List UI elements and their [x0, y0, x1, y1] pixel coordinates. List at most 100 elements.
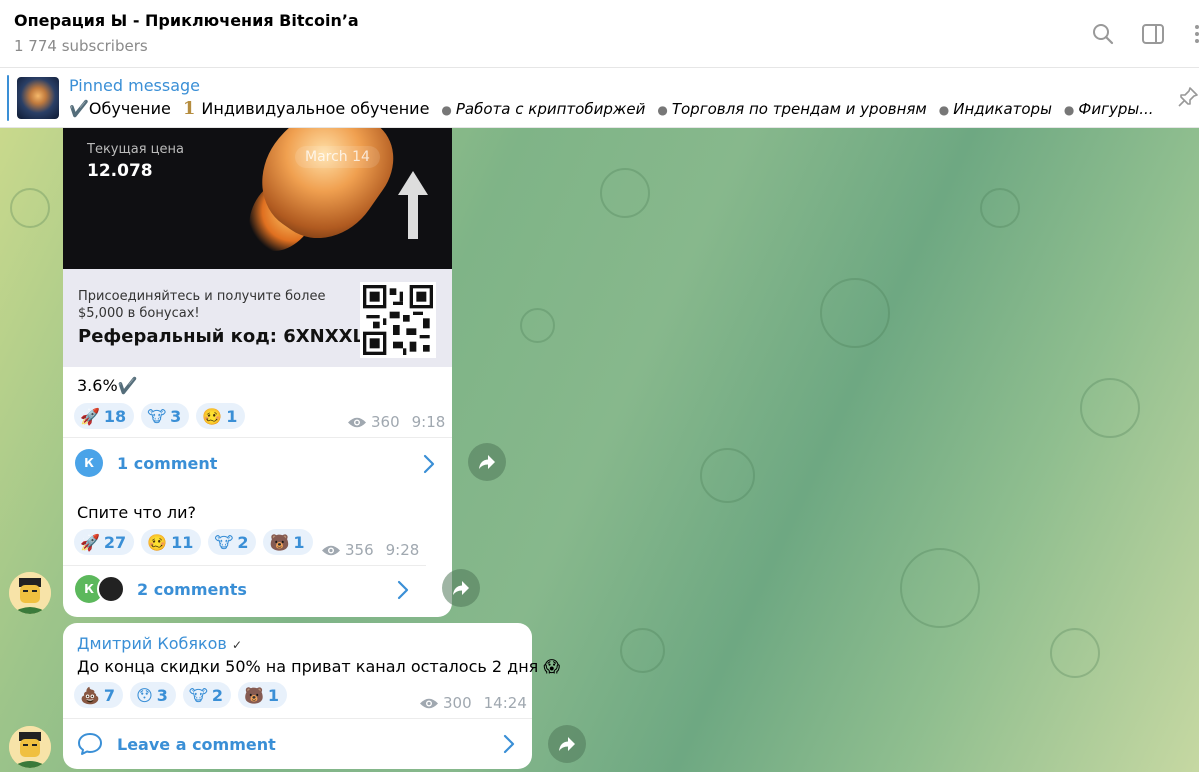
- reactions: 🚀 18 🐮 3 🥴 1: [74, 403, 246, 429]
- avatar-face-icon: [9, 572, 51, 614]
- doodle: [820, 278, 890, 348]
- message-text: 3.6%✔️: [77, 376, 138, 395]
- poop-icon: 💩: [80, 685, 100, 705]
- referral-code: Реферальный код: 6XNXXL: [78, 326, 364, 347]
- pinned-item: Фигуры...: [1078, 100, 1154, 118]
- woozy-face-icon: 🥴: [202, 406, 223, 426]
- reaction-count: 2: [211, 685, 223, 705]
- reaction-button[interactable]: 😯 3: [130, 682, 176, 708]
- more-icon[interactable]: [1188, 22, 1199, 46]
- message-time: 14:24: [483, 694, 527, 712]
- rocket-icon: 🚀: [80, 532, 100, 552]
- chat-area[interactable]: Текущая цена 12.078 March 14 Присоединяй…: [0, 128, 1199, 772]
- pinned-message-bar[interactable]: Pinned message ✔️Обучение 1 Индивидуальное…: [0, 69, 1199, 128]
- message-time: 9:28: [385, 541, 420, 559]
- share-arrow-icon: [479, 455, 495, 469]
- reaction-button[interactable]: 🐻 1: [263, 529, 313, 555]
- channel-title[interactable]: Операция Ы - Приключения Bitcoin’a: [14, 11, 359, 30]
- referral-panel: Присоединяйтесь и получите более $5,000 …: [63, 269, 452, 367]
- doodle: [700, 448, 755, 503]
- doodle: [1050, 628, 1100, 678]
- chevron-right-icon[interactable]: [503, 734, 515, 754]
- avatar-face-icon: [9, 726, 51, 768]
- bullet-icon: ●: [441, 103, 452, 117]
- comments-label: 1 comment: [117, 453, 218, 473]
- channel-avatar[interactable]: [9, 572, 51, 614]
- pinned-item: Торговля по трендам и уровням: [671, 100, 927, 118]
- pinned-text: ✔️Обучение 1 Индивидуальное обучение ● Работ…: [69, 98, 1154, 119]
- doodle: [1080, 378, 1140, 438]
- views-eye-icon: [348, 417, 366, 427]
- reaction-button[interactable]: 🥴 1: [196, 403, 246, 429]
- comments-label: 2 comments: [137, 579, 247, 599]
- reaction-count: 27: [103, 532, 127, 552]
- sidebar-toggle-icon[interactable]: [1141, 22, 1165, 46]
- bull-icon: 🐮: [214, 532, 234, 552]
- reaction-count: 1: [226, 406, 238, 426]
- chevron-right-icon[interactable]: [397, 580, 409, 600]
- reaction-count: 11: [171, 532, 194, 552]
- commenter-avatar-2: [97, 575, 125, 603]
- bullet-icon: ●: [938, 103, 950, 117]
- reaction-count: 3: [156, 685, 168, 705]
- bull-icon: 🐮: [147, 406, 167, 426]
- doodle: [10, 188, 50, 228]
- pinned-number: 1: [182, 98, 196, 119]
- doodle: [980, 188, 1020, 228]
- comments-label: Leave a comment: [117, 734, 276, 754]
- sender-name[interactable]: Дмитрий Кобяков ✓: [77, 634, 242, 653]
- chevron-right-icon[interactable]: [423, 454, 435, 474]
- reaction-button[interactable]: 🚀 27: [74, 529, 135, 555]
- share-button[interactable]: [548, 725, 586, 763]
- search-icon[interactable]: [1091, 22, 1115, 46]
- doodle: [900, 548, 980, 628]
- reaction-button[interactable]: 🐮 2: [208, 529, 257, 555]
- date-chip: March 14: [295, 146, 380, 168]
- pinned-item: Индикаторы: [953, 100, 1052, 118]
- reaction-count: 1: [293, 532, 305, 552]
- referral-join-text: Присоединяйтесь и получите более $5,000 …: [78, 289, 326, 321]
- view-count: 300: [443, 694, 472, 712]
- reaction-button[interactable]: 🐻 1: [237, 682, 288, 708]
- channel-avatar[interactable]: [9, 726, 51, 768]
- surprised-face-icon: 😯: [136, 685, 153, 705]
- pin-icon[interactable]: [1177, 86, 1199, 108]
- reaction-button[interactable]: 🐮 2: [182, 682, 231, 708]
- post-image[interactable]: Текущая цена 12.078 March 14: [63, 128, 452, 269]
- woozy-face-icon: 🥴: [147, 532, 168, 552]
- sender-name-text: Дмитрий Кобяков: [77, 634, 227, 653]
- message-text: Спите что ли?: [77, 503, 197, 522]
- message-bubble[interactable]: Спите что ли? 🚀 27 🥴 11 🐮 2 🐻 1 356 9:28 К 2…: [63, 490, 426, 614]
- reaction-button[interactable]: 🐮 3: [141, 403, 190, 429]
- share-button[interactable]: [442, 569, 480, 607]
- verified-icon: ✓: [231, 638, 243, 652]
- chat-header: Операция Ы - Приключения Bitcoin’a 1 774…: [0, 0, 1199, 68]
- pinned-item: Работа с криптобиржей: [455, 100, 646, 118]
- view-count: 356: [345, 541, 374, 559]
- doodle: [620, 628, 665, 673]
- divider: [63, 718, 532, 719]
- comment-bubble-icon: [78, 733, 102, 755]
- check-icon: ✔️: [69, 99, 89, 118]
- commenter-avatar: К: [75, 449, 103, 477]
- leave-comment-link[interactable]: Leave a comment: [77, 732, 276, 756]
- reaction-button[interactable]: 💩 7: [74, 682, 124, 708]
- reaction-count: 3: [170, 406, 182, 426]
- reaction-button[interactable]: 🚀 18: [74, 403, 135, 429]
- message-bubble[interactable]: Дмитрий Кобяков ✓ До конца скидки 50% на…: [63, 623, 560, 769]
- comments-link[interactable]: К 2 comments: [75, 575, 247, 603]
- share-button[interactable]: [468, 443, 506, 481]
- pinned-part2: Индивидуальное обучение: [201, 99, 430, 118]
- doodle: [600, 168, 650, 218]
- reactions: 🚀 27 🥴 11 🐮 2 🐻 1: [74, 529, 313, 555]
- reaction-count: 7: [103, 685, 116, 705]
- message-time: 9:18: [411, 413, 446, 431]
- reaction-button[interactable]: 🥴 11: [141, 529, 202, 555]
- share-arrow-icon: [453, 581, 469, 595]
- comments-link[interactable]: К 1 comment: [75, 449, 217, 477]
- views-eye-icon: [322, 545, 340, 555]
- divider: [63, 565, 426, 566]
- reaction-count: 2: [237, 532, 249, 552]
- up-arrow-icon: [398, 171, 428, 239]
- share-arrow-icon: [559, 737, 575, 751]
